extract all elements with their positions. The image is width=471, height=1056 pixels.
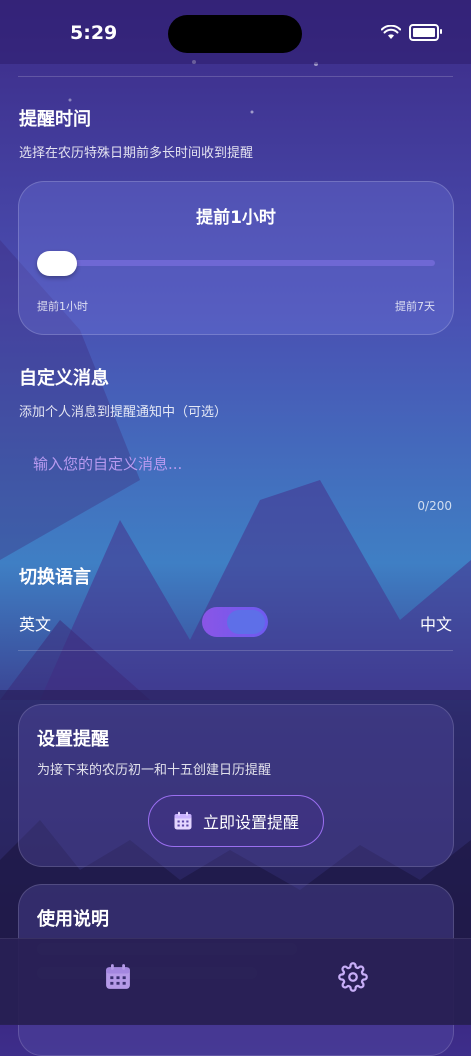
setup-card-description: 为接下来的农历初一和十五创建日历提醒: [37, 763, 272, 778]
custom-message-input[interactable]: [19, 444, 451, 484]
gear-icon: [338, 962, 368, 992]
status-bar: 5:29: [0, 0, 471, 64]
language-toggle[interactable]: [202, 607, 268, 637]
language-english-label: 英文: [19, 615, 52, 634]
reminder-time-title: 提醒时间: [19, 109, 91, 130]
wifi-icon: [381, 25, 401, 39]
top-divider: [18, 76, 453, 77]
battery-icon: [409, 24, 442, 41]
calendar-icon: [106, 964, 130, 989]
tab-calendar[interactable]: [100, 959, 136, 995]
language-chinese-label: 中文: [419, 615, 452, 634]
reminder-slider-card: 提前1小时 提前1小时 提前7天: [18, 181, 454, 335]
setup-card-title: 设置提醒: [37, 729, 109, 750]
slider-track[interactable]: [37, 260, 435, 266]
language-divider: [18, 650, 453, 651]
slider-max-label: 提前7天: [395, 300, 435, 313]
setup-button-label: 立即设置提醒: [202, 813, 299, 832]
slider-thumb[interactable]: [37, 251, 77, 276]
slider-min-label: 提前1小时: [37, 300, 88, 313]
settings-page: 5:29 提醒时间 选择在农历特殊日期前多长时间收到提醒 提前1小时 提前1小时…: [0, 0, 471, 1056]
status-icons: [381, 24, 442, 41]
usage-card-title: 使用说明: [37, 909, 109, 930]
slider-selected-value: 提前1小时: [196, 208, 276, 228]
toggle-knob: [227, 610, 265, 634]
tab-settings[interactable]: [335, 959, 371, 995]
custom-message-description: 添加个人消息到提醒通知中（可选）: [19, 405, 228, 420]
reminder-time-description: 选择在农历特殊日期前多长时间收到提醒: [19, 146, 254, 161]
language-title: 切换语言: [19, 567, 91, 588]
calendar-icon: [174, 811, 192, 830]
status-time: 5:29: [70, 22, 118, 44]
dynamic-island: [168, 15, 302, 53]
character-counter: 0/200: [417, 499, 452, 513]
setup-reminder-card: 设置提醒 为接下来的农历初一和十五创建日历提醒 立即设置提醒: [18, 704, 454, 867]
custom-message-title: 自定义消息: [19, 368, 109, 389]
tab-bar: [0, 938, 471, 1025]
setup-reminder-button[interactable]: 立即设置提醒: [148, 795, 324, 847]
